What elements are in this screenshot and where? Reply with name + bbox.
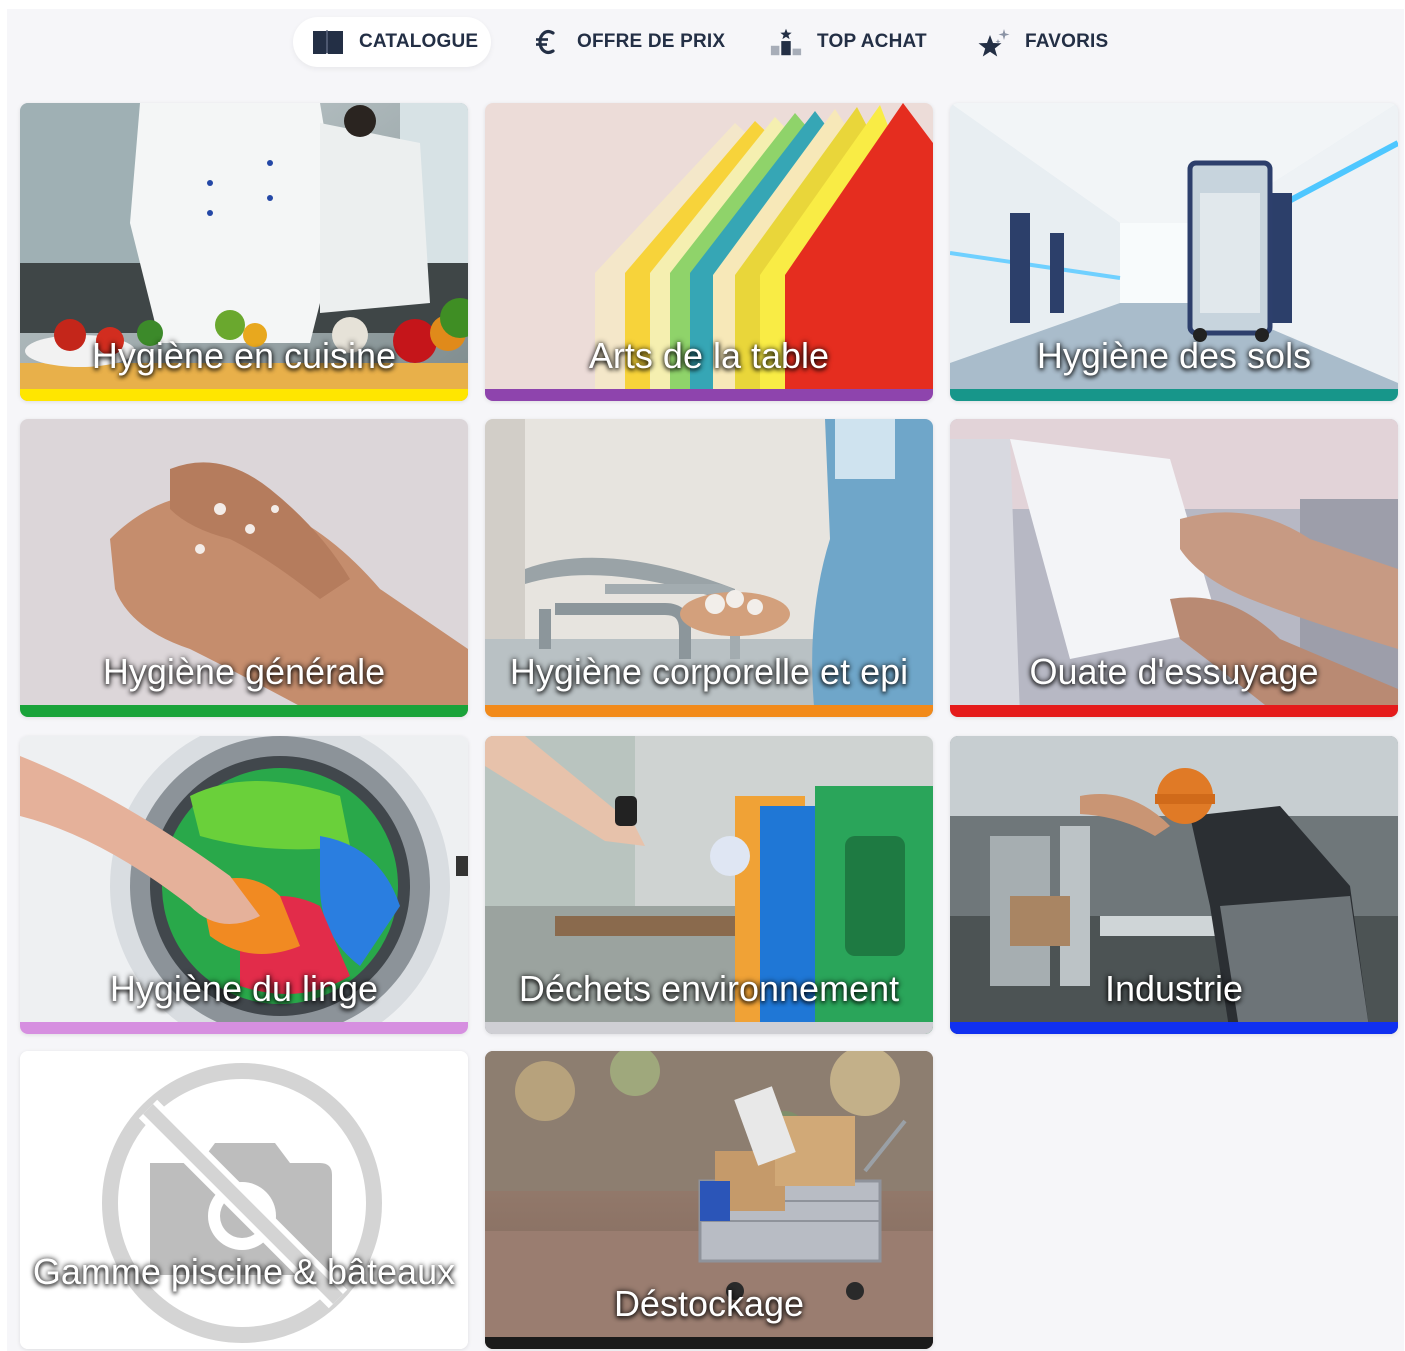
page-frame: CATALOGUE OFFRE DE PRIX TOP ACHAT FAVORI…: [7, 9, 1404, 1351]
category-label: Hygiène générale: [102, 651, 386, 692]
category-label: Hygiène en cuisine: [91, 335, 397, 376]
euro-icon: [529, 27, 563, 57]
category-color-bar: [485, 1022, 933, 1034]
category-color-bar: [485, 389, 933, 401]
category-color-bar: [20, 705, 468, 717]
category-tile-hygiene-corporelle-et-epi[interactable]: Hygiène corporelle et epi: [485, 419, 933, 717]
category-tile-arts-de-la-table[interactable]: Arts de la table: [485, 103, 933, 401]
tab-favoris[interactable]: FAVORIS: [977, 17, 1108, 67]
category-tile-hygiene-du-linge[interactable]: Hygiène du linge: [20, 736, 468, 1034]
top-navigation: CATALOGUE OFFRE DE PRIX TOP ACHAT FAVORI…: [7, 9, 1404, 73]
category-color-bar: [485, 1337, 933, 1349]
tab-catalogue[interactable]: CATALOGUE: [293, 17, 491, 67]
tab-top-achat[interactable]: TOP ACHAT: [769, 17, 927, 67]
category-color-bar: [950, 389, 1398, 401]
tab-label: FAVORIS: [1025, 31, 1109, 52]
category-color-bar: [20, 1022, 468, 1034]
tab-label: TOP ACHAT: [817, 31, 927, 52]
book-icon: [311, 27, 345, 57]
category-tile-hygiene-des-sols[interactable]: Hygiène des sols: [950, 103, 1398, 401]
category-label: Ouate d'essuyage: [1029, 651, 1319, 692]
category-tile-industrie[interactable]: Industrie: [950, 736, 1398, 1034]
category-tile-ouate-d-essuyage[interactable]: Ouate d'essuyage: [950, 419, 1398, 717]
category-tile-hygiene-en-cuisine[interactable]: Hygiène en cuisine: [20, 103, 468, 401]
category-color-bar: [20, 389, 468, 401]
sparkle-star-icon: [977, 27, 1011, 57]
tab-label: CATALOGUE: [359, 31, 479, 52]
category-label: Déchets environnement: [518, 968, 900, 1009]
category-tile-dechets-environnement[interactable]: Déchets environnement: [485, 736, 933, 1034]
category-label: Déstockage: [613, 1283, 805, 1324]
tab-offre-de-prix[interactable]: OFFRE DE PRIX: [529, 17, 725, 67]
category-tile-destockage[interactable]: Déstockage: [485, 1051, 933, 1349]
category-label: Industrie: [1104, 968, 1244, 1009]
category-label: Hygiène corporelle et epi: [509, 651, 909, 692]
category-color-bar: [950, 1022, 1398, 1034]
category-label: Hygiène des sols: [1036, 335, 1312, 376]
category-tile-gamme-piscine-bateaux[interactable]: Gamme piscine & bâteaux: [20, 1051, 468, 1349]
category-color-bar: [950, 705, 1398, 717]
no-photo-placeholder-icon: [20, 1051, 468, 1349]
category-label: Hygiène du linge: [109, 968, 379, 1009]
tab-label: OFFRE DE PRIX: [577, 31, 726, 52]
category-label: Gamme piscine & bâteaux: [32, 1251, 456, 1292]
category-color-bar: [485, 705, 933, 717]
category-tile-hygiene-generale[interactable]: Hygiène générale: [20, 419, 468, 717]
category-label: Arts de la table: [588, 335, 830, 376]
podium-icon: [769, 27, 803, 57]
